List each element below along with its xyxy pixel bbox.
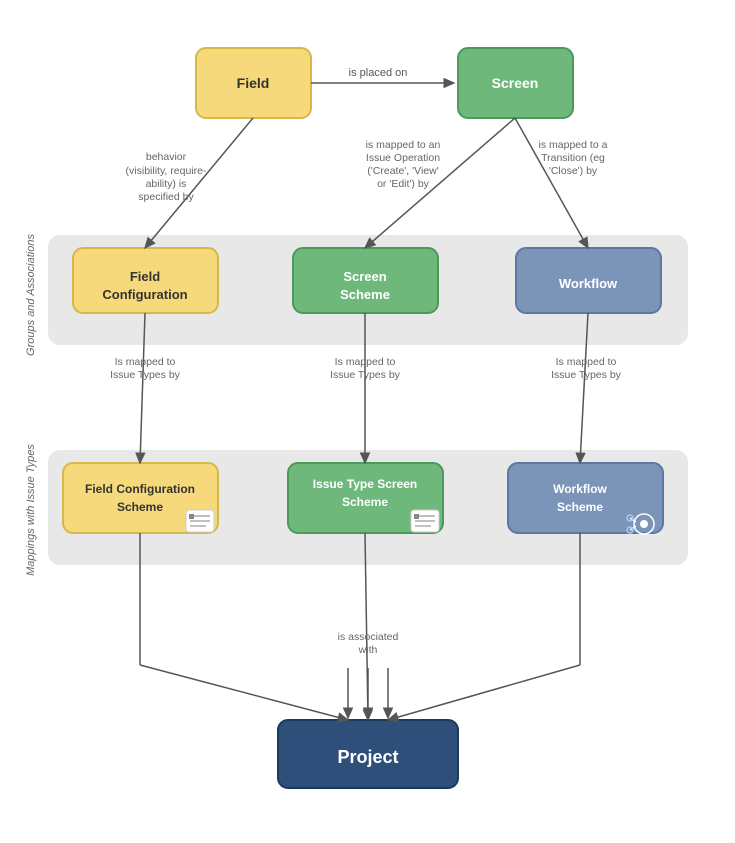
workflow-scheme-node-bg xyxy=(508,463,663,533)
associated-with-annotation2: with xyxy=(357,644,377,656)
field-config-scheme-icon-dot xyxy=(189,514,194,519)
issue-type-screen-scheme-label1: Issue Type Screen xyxy=(312,477,417,491)
field-config-scheme-label1: Field Configuration xyxy=(85,482,195,496)
is-placed-on-label: is placed on xyxy=(348,67,407,79)
project-node-label: Project xyxy=(337,747,398,767)
mappings-band-label: Mappings with Issue Types xyxy=(25,444,37,576)
screen-scheme-node-label1: Screen xyxy=(343,269,386,284)
issue-type-screen-scheme-label2: Scheme xyxy=(341,495,387,509)
diagram-container: Groups and Associations Mappings with Is… xyxy=(18,20,718,823)
mapped-issue-types-right1: Is mapped to xyxy=(555,356,616,368)
workflow-scheme-label2: Scheme xyxy=(556,500,602,514)
mapped-issue-types-right2: Issue Types by xyxy=(551,369,622,381)
mapped-issue-types-left1: Is mapped to xyxy=(114,356,175,368)
mapped-operation-annotation3: ('Create', 'View' xyxy=(367,165,438,177)
groups-band-label: Groups and Associations xyxy=(25,234,37,356)
workflow-scheme-icon-inner xyxy=(640,520,648,528)
mapped-transition-annotation3: 'Close') by xyxy=(548,165,597,177)
mapped-issue-types-left2: Issue Types by xyxy=(110,369,181,381)
behavior-annotation: behavior xyxy=(145,151,186,163)
diagram-svg: Groups and Associations Mappings with Is… xyxy=(18,20,718,823)
mapped-operation-annotation1: is mapped to an xyxy=(365,139,440,151)
field-node-label: Field xyxy=(236,75,269,91)
mapped-transition-annotation2: Transition (eg xyxy=(541,152,605,164)
behavior-annotation3: ability) is xyxy=(145,178,186,190)
workflow-scheme-label1: Workflow xyxy=(553,482,607,496)
field-config-node-label1: Field xyxy=(129,269,159,284)
workflow-node-label: Workflow xyxy=(558,276,617,291)
mapped-issue-types-mid1: Is mapped to xyxy=(334,356,395,368)
mapped-transition-annotation1: is mapped to a xyxy=(538,139,607,151)
issue-type-screen-scheme-icon-dot xyxy=(414,514,419,519)
screen-node-label: Screen xyxy=(491,75,538,91)
screen-scheme-node-label2: Scheme xyxy=(340,287,390,302)
associated-with-annotation1: is associated xyxy=(337,631,398,643)
field-config-scheme-to-project-arrow xyxy=(140,665,348,720)
mapped-issue-types-mid2: Issue Types by xyxy=(330,369,401,381)
mapped-operation-annotation4: or 'Edit') by xyxy=(377,178,430,190)
workflow-scheme-to-project-arrow xyxy=(388,665,580,720)
behavior-annotation4: specified by xyxy=(138,191,194,203)
field-config-node-label2: Configuration xyxy=(102,287,187,302)
mapped-operation-annotation2: Issue Operation xyxy=(365,152,439,164)
field-config-scheme-label2: Scheme xyxy=(116,500,162,514)
screen-to-workflow-arrow xyxy=(515,118,588,248)
behavior-annotation2: (visibility, require- xyxy=(125,165,206,177)
